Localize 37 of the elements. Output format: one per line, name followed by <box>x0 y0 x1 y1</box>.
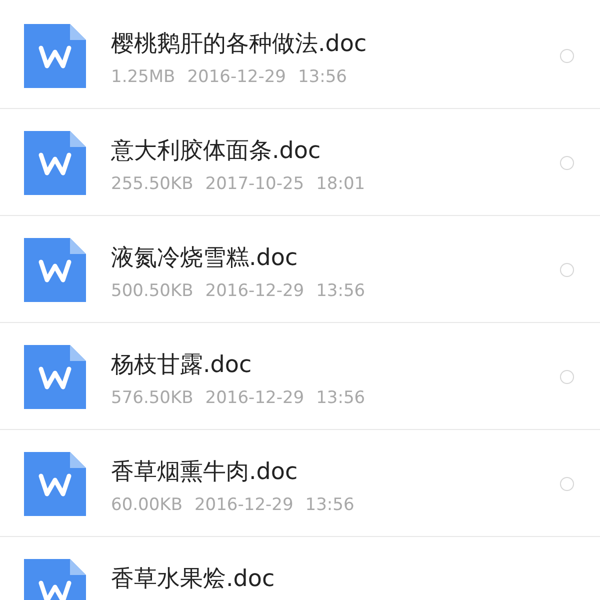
file-time: 13:56 <box>316 280 366 303</box>
document-icon <box>24 131 86 195</box>
document-icon <box>24 24 86 88</box>
file-size: 576.50KB <box>111 387 194 410</box>
file-row[interactable]: 杨枝甘露.doc 576.50KB 2016-12-29 13:56 <box>0 323 600 430</box>
file-date: 2016-12-29 <box>205 387 304 410</box>
file-time: 13:56 <box>316 387 366 410</box>
file-row[interactable]: 樱桃鹅肝的各种做法.doc 1.25MB 2016-12-29 13:56 <box>0 2 600 109</box>
select-radio[interactable] <box>560 156 574 170</box>
file-row[interactable]: 意大利胶体面条.doc 255.50KB 2017-10-25 18:01 <box>0 109 600 216</box>
document-icon <box>24 452 86 516</box>
file-name: 香草水果烩.doc <box>111 565 275 594</box>
file-time: 13:56 <box>298 66 347 89</box>
file-date: 2016-12-29 <box>205 280 304 303</box>
select-radio[interactable] <box>560 370 574 384</box>
file-date: 2016-12-29 <box>187 66 286 89</box>
file-size: 500.50KB <box>111 280 194 303</box>
file-name: 意大利胶体面条.doc <box>111 137 322 166</box>
file-size: 1.25MB <box>111 66 176 89</box>
select-radio[interactable] <box>560 263 574 277</box>
file-date: 2017-10-25 <box>205 173 304 196</box>
document-icon <box>24 345 86 409</box>
file-time: 13:56 <box>305 494 354 517</box>
file-row[interactable]: 液氮冷烧雪糕.doc 500.50KB 2016-12-29 13:56 <box>0 216 600 323</box>
file-size: 60.00KB <box>111 494 182 517</box>
file-name: 香草烟熏牛肉.doc <box>111 458 299 487</box>
file-row[interactable]: 香草水果烩.doc <box>0 537 600 600</box>
select-radio[interactable] <box>560 49 574 63</box>
file-name: 液氮冷烧雪糕.doc <box>111 244 299 273</box>
file-name: 杨枝甘露.doc <box>111 351 253 380</box>
select-radio[interactable] <box>560 477 574 491</box>
file-row[interactable]: 香草烟熏牛肉.doc 60.00KB 2016-12-29 13:56 <box>0 430 600 537</box>
file-date: 2016-12-29 <box>194 494 294 517</box>
document-icon <box>24 238 86 302</box>
file-size: 255.50KB <box>111 173 194 196</box>
file-name: 樱桃鹅肝的各种做法.doc <box>111 30 367 59</box>
file-time: 18:01 <box>316 173 366 196</box>
